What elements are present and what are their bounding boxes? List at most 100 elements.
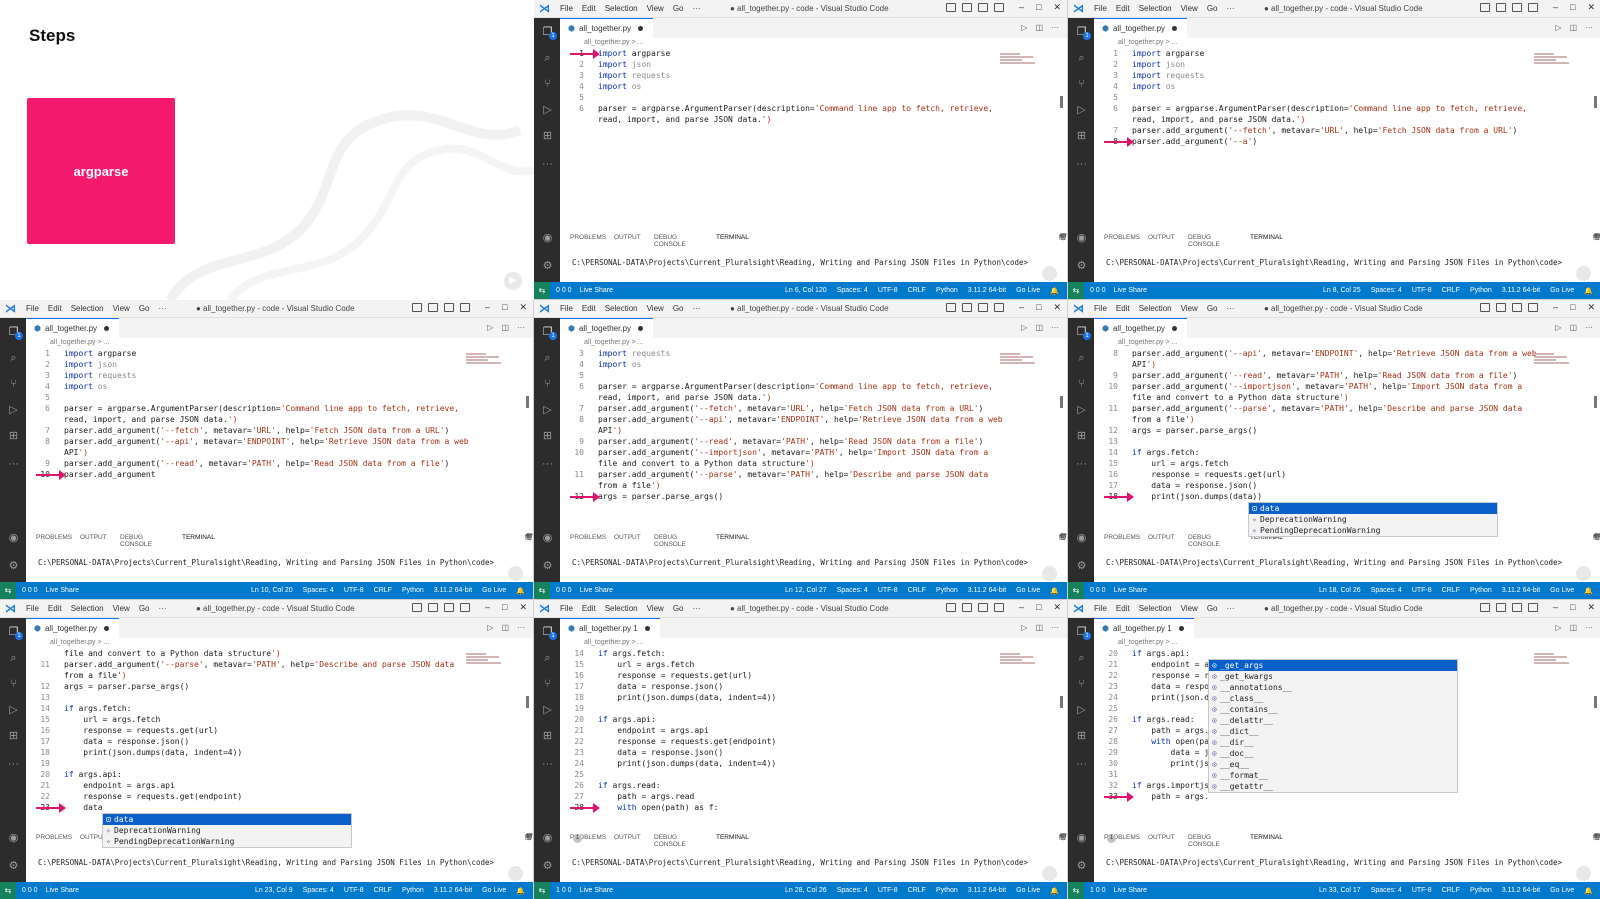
- menu-item-selection[interactable]: Selection: [1139, 4, 1172, 13]
- line-endings[interactable]: CRLF: [1442, 887, 1460, 895]
- split-editor-icon[interactable]: ◫: [1569, 623, 1577, 632]
- search-icon[interactable]: ⌕: [7, 652, 20, 665]
- autocomplete-popup[interactable]: ⊡ data ✧ DeprecationWarning ✧ PendingDeprecat…: [102, 813, 352, 848]
- layout-toggle-icon[interactable]: [962, 603, 972, 612]
- run-icon[interactable]: ▷: [1555, 23, 1561, 32]
- more-actions-icon[interactable]: ···: [1585, 323, 1593, 332]
- extensions-icon[interactable]: ⊞: [541, 730, 554, 743]
- editor-tab[interactable]: ⬢ all_together.py: [26, 618, 120, 638]
- code-editor[interactable]: 8 parser.add_argument('--api', metavar='E…: [1094, 348, 1544, 528]
- go-live-button[interactable]: Go Live: [1550, 587, 1574, 595]
- code-editor[interactable]: 14 if args.fetch: 15 url = args.fetch 16 re…: [560, 648, 1010, 828]
- terminal-prompt[interactable]: C:\PERSONAL-DATA\Projects\Current_Plural…: [572, 558, 1028, 567]
- breadcrumb[interactable]: all_together.py > ...: [584, 339, 643, 346]
- minimize-icon[interactable]: –: [1553, 602, 1558, 613]
- play-overlay-button[interactable]: [1042, 566, 1057, 581]
- close-icon[interactable]: ✕: [1053, 302, 1061, 313]
- source-control-icon[interactable]: ⑂: [1075, 78, 1088, 91]
- autocomplete-item[interactable]: ⊡ data: [1249, 503, 1497, 514]
- run-icon[interactable]: ▷: [1021, 623, 1027, 632]
- close-icon[interactable]: ✕: [519, 302, 527, 313]
- python-interpreter[interactable]: 3.11.2 64-bit: [434, 587, 472, 595]
- minimap[interactable]: [1000, 52, 1044, 66]
- close-panel-icon[interactable]: ✕: [1593, 833, 1599, 841]
- maximize-icon[interactable]: □: [502, 302, 507, 313]
- settings-gear-icon[interactable]: ⚙: [1075, 560, 1088, 573]
- menu-item-selection[interactable]: Selection: [71, 604, 104, 613]
- breadcrumb[interactable]: all_together.py > ...: [50, 339, 109, 346]
- run-debug-icon[interactable]: ▷: [1075, 704, 1088, 717]
- live-share-button[interactable]: Live Share: [580, 887, 613, 894]
- minimap[interactable]: [1534, 652, 1578, 666]
- search-icon[interactable]: ⌕: [541, 52, 554, 65]
- editor-tab[interactable]: ⬢ all_together.py: [1094, 318, 1188, 338]
- language-mode[interactable]: Python: [936, 587, 958, 595]
- code-editor[interactable]: 1 import argparse 2 import json 3 import requ…: [26, 348, 476, 528]
- autocomplete-item[interactable]: ⊙ __class__: [1209, 693, 1457, 704]
- cursor-position[interactable]: Ln 8, Col 25: [1323, 287, 1361, 295]
- indentation[interactable]: Spaces: 4: [1371, 887, 1402, 895]
- menu-item-file[interactable]: File: [1094, 4, 1107, 13]
- minimap[interactable]: [466, 652, 510, 666]
- menu-item-go[interactable]: Go: [673, 4, 684, 13]
- extensions-icon[interactable]: ⊞: [7, 730, 20, 743]
- terminal-prompt[interactable]: C:\PERSONAL-DATA\Projects\Current_Plural…: [38, 558, 494, 567]
- close-icon[interactable]: ✕: [1053, 602, 1061, 613]
- minimap[interactable]: [1534, 52, 1578, 66]
- run-debug-icon[interactable]: ▷: [1075, 104, 1088, 117]
- search-icon[interactable]: ⌕: [541, 652, 554, 665]
- python-interpreter[interactable]: 3.11.2 64-bit: [1502, 287, 1540, 295]
- indentation[interactable]: Spaces: 4: [1371, 287, 1402, 295]
- live-share-button[interactable]: Live Share: [1114, 287, 1147, 294]
- more-icon[interactable]: ···: [1075, 158, 1088, 171]
- menu-item-edit[interactable]: Edit: [1116, 604, 1130, 613]
- menu-item-[interactable]: ···: [692, 4, 700, 13]
- layout-toggle-icon[interactable]: [1528, 3, 1538, 12]
- scrollbar-thumb[interactable]: [1060, 96, 1063, 108]
- menu-item-[interactable]: ···: [692, 604, 700, 613]
- live-share-button[interactable]: Live Share: [580, 587, 613, 594]
- source-control-icon[interactable]: ⑂: [7, 678, 20, 691]
- diagnostics-count[interactable]: 0 0 0: [556, 587, 572, 594]
- close-panel-icon[interactable]: ✕: [1059, 233, 1065, 241]
- minimap[interactable]: [1000, 652, 1044, 666]
- python-interpreter[interactable]: 3.11.2 64-bit: [1502, 587, 1540, 595]
- settings-gear-icon[interactable]: ⚙: [541, 560, 554, 573]
- play-overlay-button[interactable]: [508, 566, 523, 581]
- menu-item-edit[interactable]: Edit: [48, 304, 62, 313]
- menu-item-edit[interactable]: Edit: [1116, 304, 1130, 313]
- layout-toggle-icon[interactable]: [994, 603, 1004, 612]
- accounts-icon[interactable]: ◉: [1075, 232, 1088, 245]
- close-icon[interactable]: ✕: [1587, 302, 1595, 313]
- indentation[interactable]: Spaces: 4: [837, 287, 868, 295]
- close-icon[interactable]: ✕: [1587, 602, 1595, 613]
- scrollbar-thumb[interactable]: [1060, 396, 1063, 408]
- diagnostics-count[interactable]: 0 0 0: [22, 587, 38, 594]
- layout-toggle-icon[interactable]: [1496, 3, 1506, 12]
- layout-toggle-icon[interactable]: [444, 303, 454, 312]
- go-live-button[interactable]: Go Live: [482, 587, 506, 595]
- encoding[interactable]: UTF-8: [1412, 887, 1432, 895]
- layout-toggle-icon[interactable]: [412, 603, 422, 612]
- go-live-button[interactable]: Go Live: [1016, 587, 1040, 595]
- encoding[interactable]: UTF-8: [1412, 587, 1432, 595]
- menu-item-view[interactable]: View: [1181, 304, 1198, 313]
- layout-toggle-icon[interactable]: [946, 603, 956, 612]
- run-debug-icon[interactable]: ▷: [1075, 404, 1088, 417]
- menu-item-view[interactable]: View: [647, 604, 664, 613]
- more-actions-icon[interactable]: ···: [1051, 23, 1059, 32]
- menu-item-selection[interactable]: Selection: [605, 4, 638, 13]
- run-icon[interactable]: ▷: [487, 323, 493, 332]
- cursor-position[interactable]: Ln 33, Col 17: [1319, 887, 1361, 895]
- extensions-icon[interactable]: ⊞: [541, 430, 554, 443]
- editor-tab[interactable]: ⬢ all_together.py: [560, 18, 654, 38]
- breadcrumb[interactable]: all_together.py > ...: [584, 39, 643, 46]
- remote-indicator-icon[interactable]: ⇆: [1068, 582, 1084, 599]
- indentation[interactable]: Spaces: 4: [837, 587, 868, 595]
- remote-indicator-icon[interactable]: ⇆: [0, 882, 16, 899]
- split-editor-icon[interactable]: ◫: [1035, 623, 1043, 632]
- code-editor[interactable]: file and convert to a Python data struct…: [26, 648, 476, 828]
- more-actions-icon[interactable]: ···: [1051, 323, 1059, 332]
- maximize-icon[interactable]: □: [1570, 2, 1575, 13]
- layout-toggle-icon[interactable]: [1512, 603, 1522, 612]
